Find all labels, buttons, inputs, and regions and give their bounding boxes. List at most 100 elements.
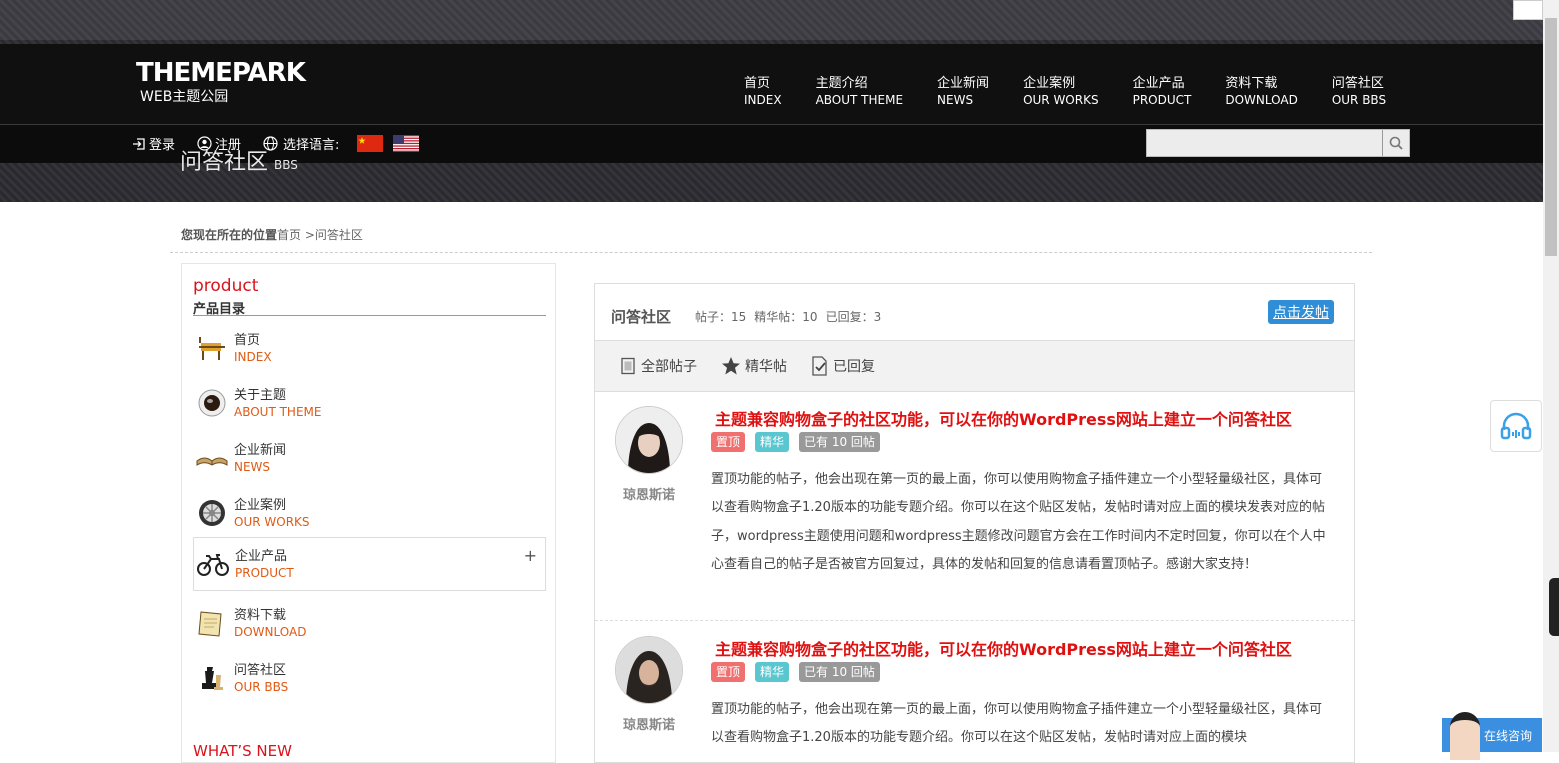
nav-label-en: NEWS <box>937 93 974 107</box>
breadcrumb-home[interactable]: 首页 <box>277 228 301 242</box>
forum-tabs: 全部帖子 精华帖 已回复 <box>595 340 1354 392</box>
wheel-icon <box>199 500 225 526</box>
nav-label-en: DOWNLOAD <box>1225 93 1298 107</box>
tab-essence[interactable]: 精华帖 <box>721 356 787 376</box>
sidebar-item-sublabel: OUR BBS <box>234 679 289 694</box>
avatar[interactable] <box>615 636 683 704</box>
post-author[interactable]: 琼恩斯诺 <box>609 714 689 733</box>
online-consult-button[interactable]: 在线咨询 <box>1442 712 1542 760</box>
sidebar: product 产品目录 首页 INDEX 关于主题 ABOUT THEME 企业新… <box>181 263 556 763</box>
nav-label-en: ABOUT THEME <box>815 93 904 107</box>
sidebar-item-label: 问答社区 <box>234 662 287 678</box>
nav-item-works[interactable]: 企业案例 OUR WORKS <box>1023 76 1099 108</box>
search-icon <box>1389 136 1403 150</box>
nav-label-cn: 问答社区 <box>1331 76 1384 91</box>
sidebar-item-about[interactable]: 关于主题 ABOUT THEME <box>193 376 546 430</box>
tab-all-posts[interactable]: 全部帖子 <box>619 356 697 376</box>
sidebar-item-product[interactable]: 企业产品 PRODUCT + <box>193 537 546 591</box>
headphones-icon <box>1500 412 1532 440</box>
new-post-button[interactable]: 点击发帖 <box>1268 300 1334 324</box>
sidebar-item-index[interactable]: 首页 INDEX <box>193 321 546 375</box>
tab-replied[interactable]: 已回复 <box>811 356 875 376</box>
stat-posts: 帖子：15 <box>695 310 747 324</box>
sidebar-item-label: 关于主题 <box>234 387 287 403</box>
stat-replied: 已回复：3 <box>825 310 882 324</box>
sidebar-item-sublabel: NEWS <box>234 459 271 474</box>
scrollbar-thumb[interactable] <box>1545 18 1557 256</box>
support-button[interactable] <box>1490 400 1542 452</box>
tab-label: 全部帖子 <box>641 359 697 375</box>
sidebar-item-label: 首页 <box>234 332 261 348</box>
sidebar-title: product <box>193 276 259 296</box>
stat-essence: 精华帖：10 <box>754 310 818 324</box>
forum-stats: 帖子：15 精华帖：10 已回复：3 <box>695 308 889 325</box>
nav-label-en: OUR BBS <box>1331 93 1387 107</box>
site-logo[interactable]: THEMEPARK WEB主题公园 <box>136 58 306 106</box>
sidebar-item-sublabel: OUR WORKS <box>234 514 310 529</box>
nav-label-cn: 企业案例 <box>1023 76 1076 91</box>
document-icon <box>621 357 635 375</box>
china-flag-icon[interactable] <box>357 135 384 152</box>
sidebar-item-news[interactable]: 企业新闻 NEWS <box>193 431 546 485</box>
usa-flag-icon[interactable] <box>393 135 420 152</box>
tag-pinned: 置顶 <box>711 662 746 682</box>
nav-item-index[interactable]: 首页 INDEX <box>744 76 782 108</box>
post-title[interactable]: 主题兼容购物盒子的社区功能，可以在你的WordPress网站上建立一个问答社区 <box>715 406 1292 430</box>
side-widget-tab[interactable] <box>1549 578 1559 636</box>
sidebar-item-bbs[interactable]: 问答社区 OUR BBS <box>193 651 546 705</box>
consult-label: 在线咨询 <box>1483 728 1532 743</box>
tag-pinned: 置顶 <box>711 432 746 452</box>
header-top-strip <box>0 0 1543 40</box>
breadcrumb-current[interactable]: 问答社区 <box>315 228 363 242</box>
nav-label-cn: 资料下载 <box>1225 76 1278 91</box>
post-author[interactable]: 琼恩斯诺 <box>609 484 689 503</box>
coffee-icon <box>198 389 226 417</box>
nav-label-en: OUR WORKS <box>1023 93 1099 107</box>
sidebar-item-works[interactable]: 企业案例 OUR WORKS <box>193 486 546 540</box>
nav-item-news[interactable]: 企业新闻 NEWS <box>937 76 989 108</box>
forum-title: 问答社区 <box>611 308 672 326</box>
tab-label: 已回复 <box>833 359 875 375</box>
login-link[interactable]: 登录 <box>132 134 175 153</box>
sidebar-item-sublabel: ABOUT THEME <box>234 404 322 419</box>
forum-header: 问答社区 帖子：15 精华帖：10 已回复：3 点击发帖 <box>595 284 1354 340</box>
tag-essence: 精华 <box>755 432 790 452</box>
nav-label-en: PRODUCT <box>1132 93 1192 107</box>
breadcrumb-prefix: 您现在所在的位置 <box>181 228 278 242</box>
nav-item-bbs[interactable]: 问答社区 OUR BBS <box>1332 76 1386 108</box>
post-tags: 置顶 精华 已有 10 回帖 <box>711 432 890 452</box>
nav-label-cn: 首页 <box>744 76 771 91</box>
avatar[interactable] <box>615 406 683 474</box>
sidebar-item-download[interactable]: 资料下载 DOWNLOAD <box>193 596 546 650</box>
star-icon <box>722 357 740 375</box>
sidebar-item-label: 企业新闻 <box>234 442 287 458</box>
search-button[interactable] <box>1382 130 1409 156</box>
login-icon <box>133 137 145 150</box>
sidebar-item-label: 企业案例 <box>234 497 287 513</box>
nav-item-product[interactable]: 企业产品 PRODUCT <box>1133 76 1192 108</box>
nav-label-cn: 企业新闻 <box>937 76 990 91</box>
checked-document-icon <box>812 356 827 376</box>
search-box <box>1146 129 1410 158</box>
expand-icon[interactable]: + <box>524 546 537 565</box>
tag-replies: 已有 10 回帖 <box>799 662 880 682</box>
search-input[interactable] <box>1147 130 1381 158</box>
breadcrumb: 您现在所在的位置首页 >问答社区 <box>181 226 363 243</box>
page-title-cn: 问答社区 <box>180 150 269 175</box>
page-scrollbar[interactable] <box>1543 0 1559 752</box>
chess-icon <box>202 667 223 690</box>
whats-new-title: WHAT’S NEW <box>193 742 292 760</box>
post-tags: 置顶 精华 已有 10 回帖 <box>711 662 890 682</box>
book-icon <box>196 457 228 466</box>
tag-essence: 精华 <box>755 662 790 682</box>
window-icon[interactable] <box>1513 0 1543 20</box>
post-body: 置顶功能的帖子，他会出现在第一页的最上面，你可以使用购物盒子插件建立一个小型轻量… <box>711 702 1323 746</box>
sidebar-item-label: 企业产品 <box>235 548 288 564</box>
sidebar-item-sublabel: INDEX <box>234 349 272 364</box>
page-title: 问答社区 BBS <box>180 144 298 176</box>
post-title[interactable]: 主题兼容购物盒子的社区功能，可以在你的WordPress网站上建立一个问答社区 <box>715 636 1292 660</box>
nav-item-download[interactable]: 资料下载 DOWNLOAD <box>1225 76 1297 108</box>
breadcrumb-divider <box>170 252 1372 253</box>
logo-sub-text: WEB主题公园 <box>140 89 229 105</box>
nav-item-about[interactable]: 主题介绍 ABOUT THEME <box>816 76 903 108</box>
